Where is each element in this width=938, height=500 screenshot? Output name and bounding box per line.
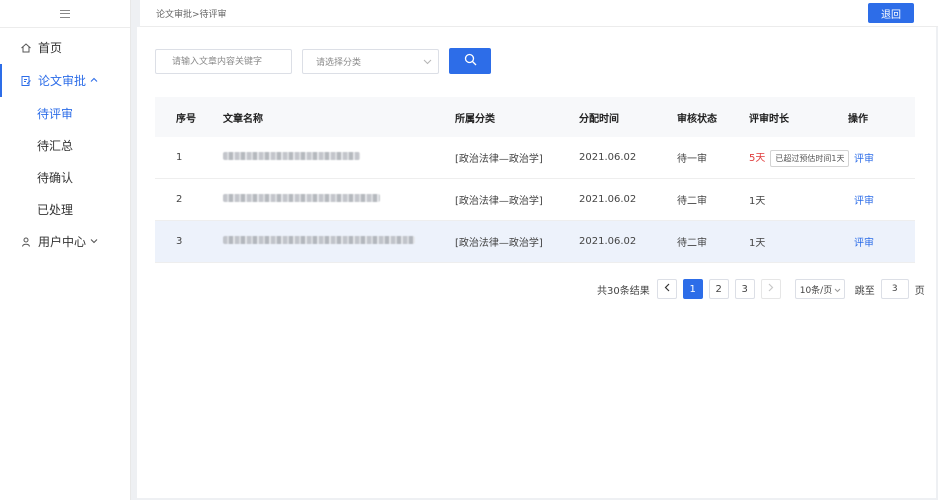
page-size-value: 10条/页 [799,285,833,296]
column-header-index: 序号 [176,113,196,125]
sidebar-item-label: 用户中心 [38,235,87,249]
table-row: 3 [政治法律—政治学] 2021.06.02 待二审 1天 评审 [155,221,915,263]
cell-duration: 5天 已超过预估时间1天 [749,149,850,167]
sidebar-subitem-processed[interactable]: 已处理 [0,193,130,225]
column-header-title: 文章名称 [223,113,263,125]
sidebar-subitem-label: 待汇总 [37,138,74,153]
cell-assigned-time: 2021.06.02 [579,152,637,163]
topbar: 论文审批>待评审 退回 [140,0,938,27]
search-icon [464,53,477,69]
page-button-1[interactable]: 1 [682,279,703,299]
page-button-3[interactable]: 3 [734,279,755,299]
sidebar-subitem-pending-summary[interactable]: 待汇总 [0,129,130,161]
cell-status: 待二审 [677,238,707,249]
home-icon [20,42,32,54]
blurred-title-text [223,194,380,202]
prev-page-button[interactable] [656,279,677,299]
table-header: 序号 文章名称 所属分类 分配时间 审核状态 评审时长 操作 [155,97,915,137]
user-icon [20,236,32,248]
cell-status: 待二审 [677,196,707,207]
total-count: 共30条结果 [597,285,650,297]
column-header-assigned-time: 分配时间 [579,113,619,125]
chevron-left-icon [664,283,670,295]
keyword-search-input[interactable] [155,49,292,74]
sidebar-item-home[interactable]: 首页 [0,31,130,64]
review-link[interactable]: 评审 [854,154,874,165]
next-page-button[interactable] [760,279,781,299]
sidebar-item-label: 首页 [38,41,63,55]
blurred-title-text [223,152,360,160]
sidebar-subitem-label: 待评审 [37,106,74,121]
cell-duration: 1天 [749,196,766,207]
breadcrumb: 论文审批>待评审 [156,9,227,20]
sidebar-item-paper-review[interactable]: 论文审批 [0,64,130,97]
cell-index: 1 [176,152,183,163]
sidebar-item-label: 论文审批 [38,74,87,88]
duration-value: 5天 [749,152,766,164]
chevron-right-icon [768,283,774,295]
main-panel: 请选择分类 序号 文章名称 所属分类 分配时间 审核状态 评审时长 操作 1 [… [137,27,936,498]
sidebar-item-user-center[interactable]: 用户中心 [0,225,130,258]
search-button[interactable] [449,48,491,74]
column-header-action: 操作 [848,113,868,125]
column-header-duration: 评审时长 [749,113,789,125]
page-size-select[interactable]: 10条/页 [794,279,845,299]
column-header-category: 所属分类 [455,113,495,125]
category-select[interactable]: 请选择分类 [302,49,439,74]
review-link[interactable]: 评审 [854,196,874,207]
category-select-placeholder: 请选择分类 [316,58,362,68]
cell-assigned-time: 2021.06.02 [579,194,637,205]
cell-title[interactable] [201,236,433,247]
pagination: 共30条结果 1 2 3 10条/页 跳至 页 [597,279,925,299]
cell-category: [政治法律—政治学] [455,196,543,207]
sidebar-subitem-pending-review[interactable]: 待评审 [0,97,130,129]
jump-page-input[interactable] [880,279,909,299]
cell-category: [政治法律—政治学] [455,238,543,249]
cell-index: 3 [176,236,183,247]
cell-action: 评审 [848,150,908,165]
cell-category: [政治法律—政治学] [455,154,543,165]
chevron-up-icon [90,76,98,86]
cell-status: 待一审 [677,154,707,165]
chevron-down-icon [834,286,841,296]
return-button[interactable]: 退回 [868,3,914,23]
collapse-menu-button[interactable] [0,0,130,28]
cell-index: 2 [176,194,183,205]
chevron-down-icon [423,58,432,68]
cell-action: 评审 [848,234,908,249]
page-suffix: 页 [914,285,925,297]
overdue-tag: 已超过预估时间1天 [770,149,850,167]
cell-action: 评审 [848,192,908,207]
table-row: 2 [政治法律—政治学] 2021.06.02 待二审 1天 评审 [155,179,915,221]
sidebar-subitem-pending-confirm[interactable]: 待确认 [0,161,130,193]
column-header-status: 审核状态 [677,113,717,125]
jump-label: 跳至 [854,285,875,297]
page-button-2[interactable]: 2 [708,279,729,299]
sidebar: 首页 论文审批 待评审 待汇总 待确认 已处理 用户中心 [0,0,131,500]
table-row: 1 [政治法律—政治学] 2021.06.02 待一审 5天 已超过预估时间1天 … [155,137,915,179]
hamburger-icon [60,9,70,18]
document-edit-icon [20,75,32,87]
blurred-title-text [223,236,415,244]
review-table: 序号 文章名称 所属分类 分配时间 审核状态 评审时长 操作 1 [政治法律—政… [155,97,915,263]
cell-title[interactable] [201,194,433,205]
cell-title[interactable] [201,152,433,163]
sidebar-subitem-label: 待确认 [37,170,74,185]
cell-duration: 1天 [749,238,766,249]
chevron-down-icon [90,237,98,247]
cell-assigned-time: 2021.06.02 [579,236,637,247]
sidebar-subitem-label: 已处理 [37,202,74,217]
review-link[interactable]: 评审 [854,238,874,249]
